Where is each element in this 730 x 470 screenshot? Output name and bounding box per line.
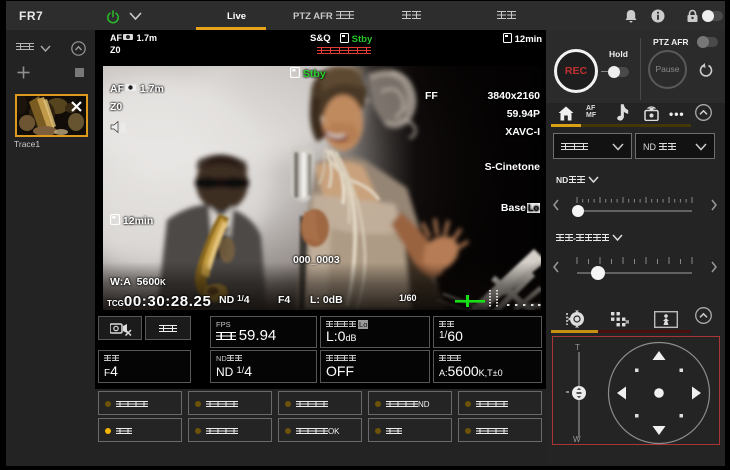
svg-text:OFF: OFF bbox=[119, 130, 127, 135]
